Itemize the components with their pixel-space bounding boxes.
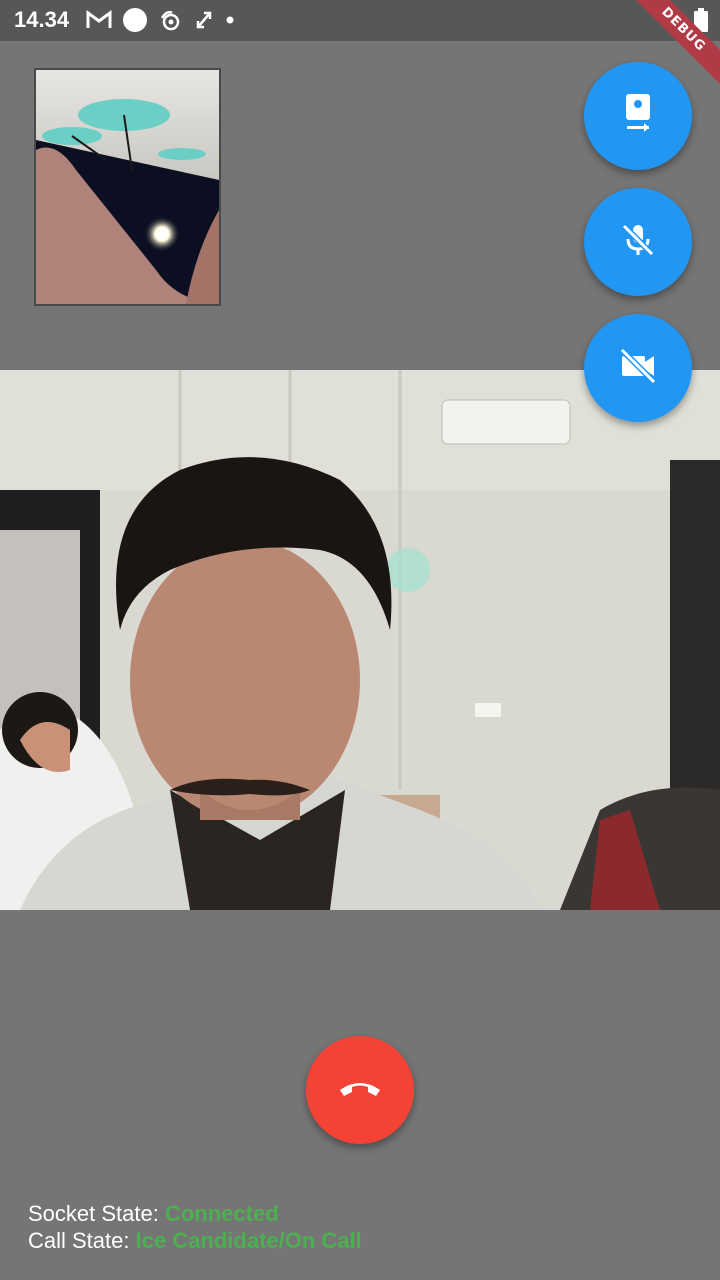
- app-notification-icon: [158, 8, 184, 32]
- gmail-icon: [86, 10, 112, 30]
- remote-video-frame: [0, 370, 720, 910]
- remote-video-view: [0, 370, 720, 910]
- socket-state-row: Socket State: Connected: [28, 1200, 362, 1227]
- circle-notification-icon: [122, 7, 148, 33]
- hang-up-button[interactable]: [306, 1036, 414, 1144]
- status-time: 14.34: [14, 7, 70, 32]
- mute-mic-button[interactable]: [584, 188, 692, 296]
- status-bar: 14.34 DEBUG: [0, 0, 720, 92]
- video-off-button[interactable]: [584, 314, 692, 422]
- connection-states: Socket State: Connected Call State: Ice …: [28, 1200, 362, 1254]
- status-notification-icons: [86, 6, 236, 34]
- socket-state-value: Connected: [164, 1201, 279, 1226]
- local-video-frame: [36, 70, 219, 304]
- call-state-label: Call State:: [28, 1228, 136, 1253]
- sync-icon: [194, 9, 214, 31]
- call-state-row: Call State: Ice Candidate/On Call: [28, 1227, 362, 1254]
- switch-camera-icon: [618, 92, 658, 141]
- dot-icon: [224, 14, 236, 26]
- call-state-value: Ice Candidate/On Call: [135, 1228, 362, 1253]
- call-end-icon: [338, 1078, 382, 1103]
- switch-camera-button[interactable]: [584, 62, 692, 170]
- videocam-off-icon: [618, 346, 658, 391]
- mic-off-icon: [618, 220, 658, 265]
- socket-state-label: Socket State:: [28, 1201, 165, 1226]
- local-video-preview: [34, 68, 221, 306]
